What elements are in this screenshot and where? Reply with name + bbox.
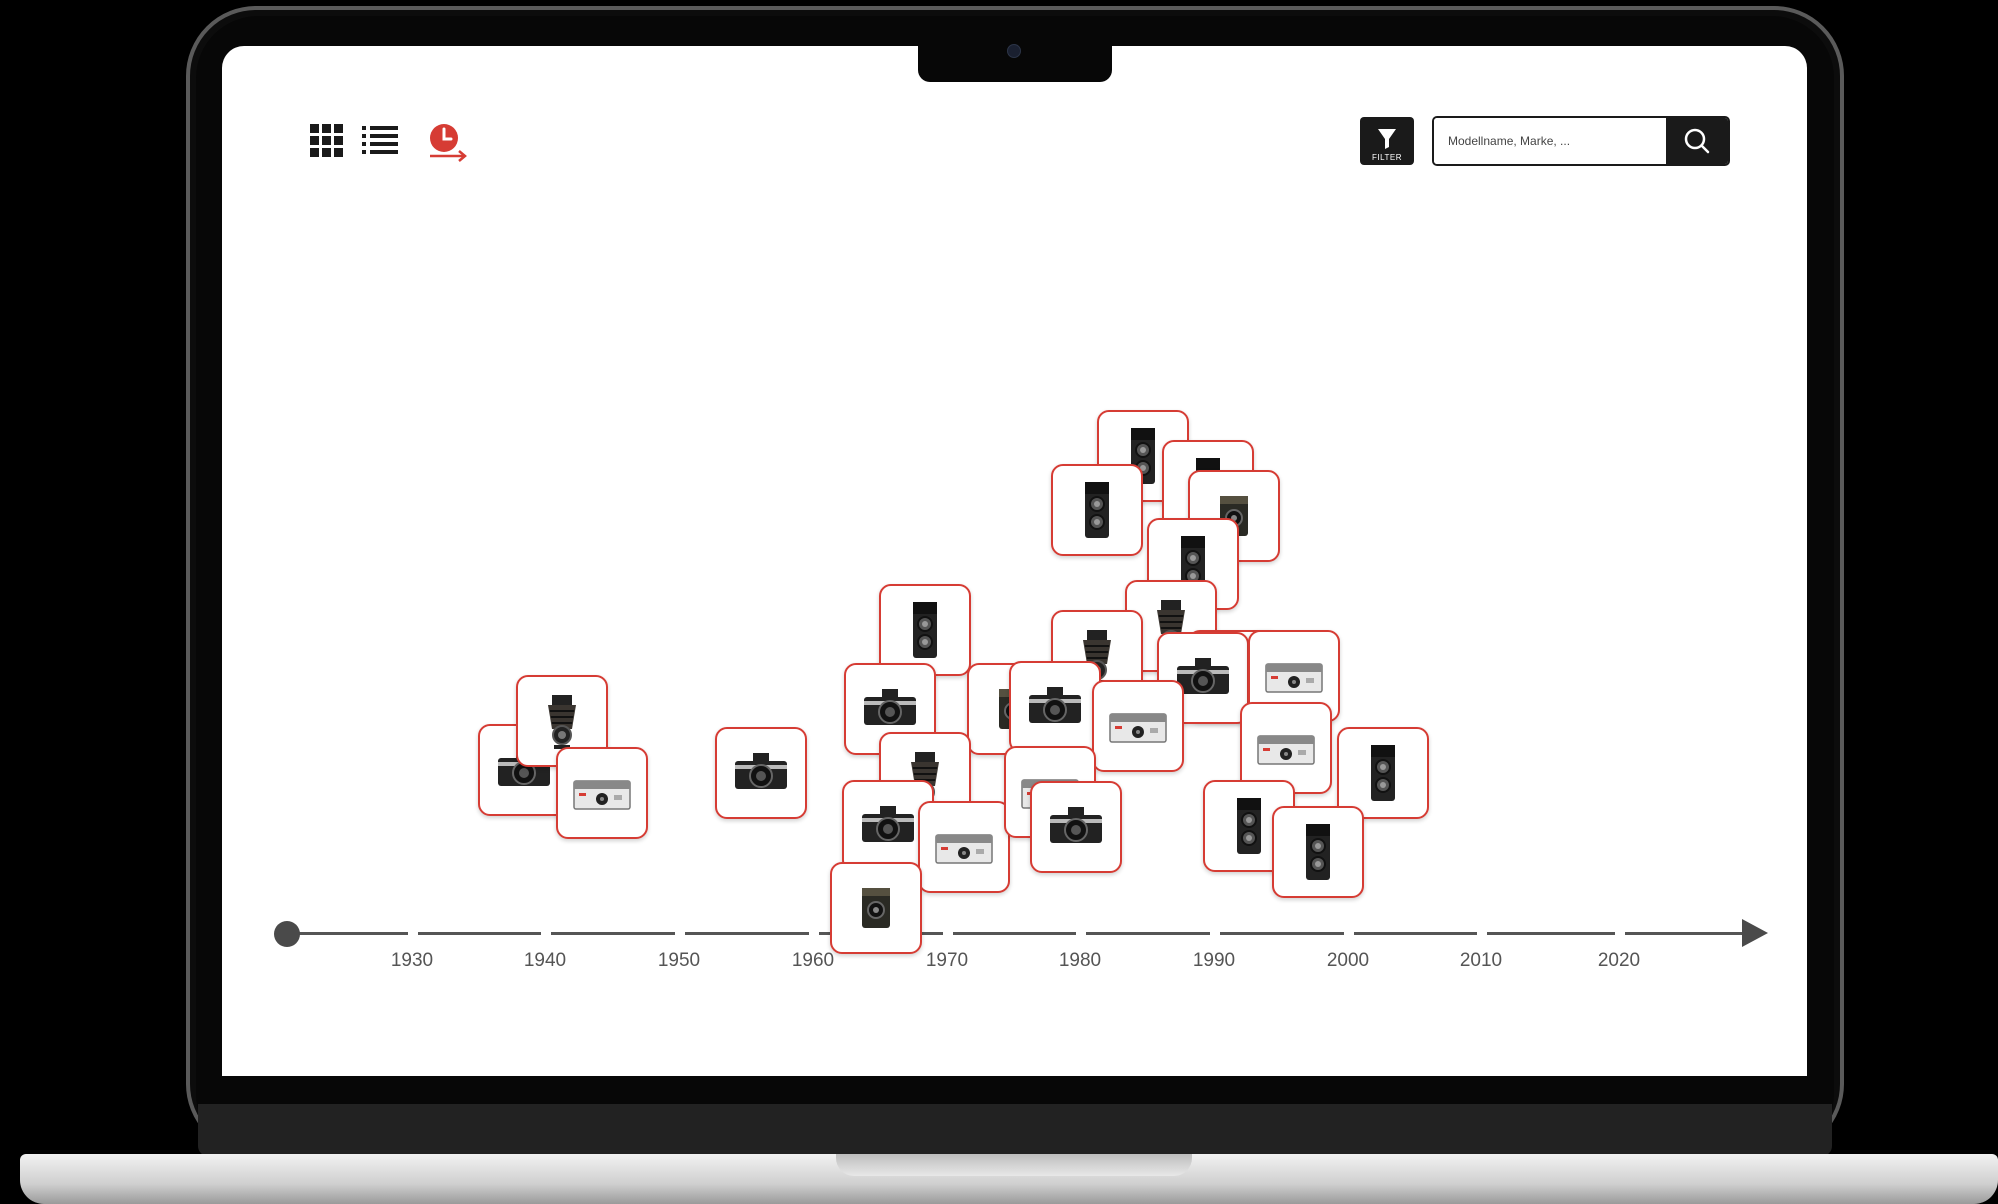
twin-lens-camera-icon [1306,824,1330,880]
twin-lens-camera-icon [1371,745,1395,801]
camera-card[interactable] [1092,680,1184,772]
instant-camera-icon [573,780,631,810]
slr-camera-icon [1029,687,1081,723]
grid-view-icon[interactable] [306,120,346,160]
twin-lens-camera-icon [1085,482,1109,538]
instant-camera-icon [935,834,993,864]
timeline-tick-1970: 1970 [925,950,969,971]
camera-card[interactable] [1030,781,1122,873]
slr-camera-icon [862,806,914,842]
timeline-axis-segment [1625,932,1743,935]
timeline-axis-segment [1487,932,1615,935]
camera-card[interactable] [1051,464,1143,556]
filter-label: FILTER [1372,153,1402,162]
timeline-tick-1980: 1980 [1058,950,1102,971]
laptop-base-notch [836,1154,1192,1176]
timeline-axis-segment [953,932,1076,935]
slr-camera-icon [1050,807,1102,843]
camera-card[interactable] [830,862,922,954]
timeline-arrow [1742,919,1768,947]
timeline-tick-2020: 2020 [1597,950,1641,971]
box-camera-icon [862,888,890,928]
search-box [1432,116,1730,166]
search-icon [1684,128,1710,154]
timeline-view-icon[interactable] [426,120,467,162]
instant-camera-icon [1109,713,1167,743]
timeline-axis-segment [1354,932,1477,935]
timeline-axis-segment [685,932,809,935]
timeline-start-dot [274,921,300,947]
bellows-camera-icon [548,695,576,749]
camera-card[interactable] [715,727,807,819]
camera-card[interactable] [918,801,1010,893]
timeline-axis-segment [294,932,408,935]
webcam [1007,44,1021,58]
laptop-chin [198,1104,1832,1156]
search-input[interactable] [1434,118,1668,164]
slr-camera-icon [735,753,787,789]
timeline-axis-segment [418,932,541,935]
timeline-tick-2010: 2010 [1459,950,1503,971]
filter-icon [1378,129,1396,149]
timeline-axis-segment [1220,932,1344,935]
camera-card[interactable] [1272,806,1364,898]
timeline-tick-1990: 1990 [1192,950,1236,971]
search-button[interactable] [1666,118,1728,164]
instant-camera-icon [1257,735,1315,765]
app-screen: FILTER 193019401950196019701980199020002… [222,46,1807,1076]
timeline-tick-1940: 1940 [523,950,567,971]
timeline-axis-segment [1086,932,1210,935]
instant-camera-icon [1265,663,1323,693]
timeline-tick-1950: 1950 [657,950,701,971]
camera-card[interactable] [1009,661,1101,753]
list-view-icon[interactable] [362,120,402,160]
twin-lens-camera-icon [913,602,937,658]
filter-button[interactable]: FILTER [1360,117,1414,165]
timeline-axis-segment [551,932,675,935]
timeline-tick-2000: 2000 [1326,950,1370,971]
camera-card[interactable] [556,747,648,839]
timeline-tick-1930: 1930 [390,950,434,971]
